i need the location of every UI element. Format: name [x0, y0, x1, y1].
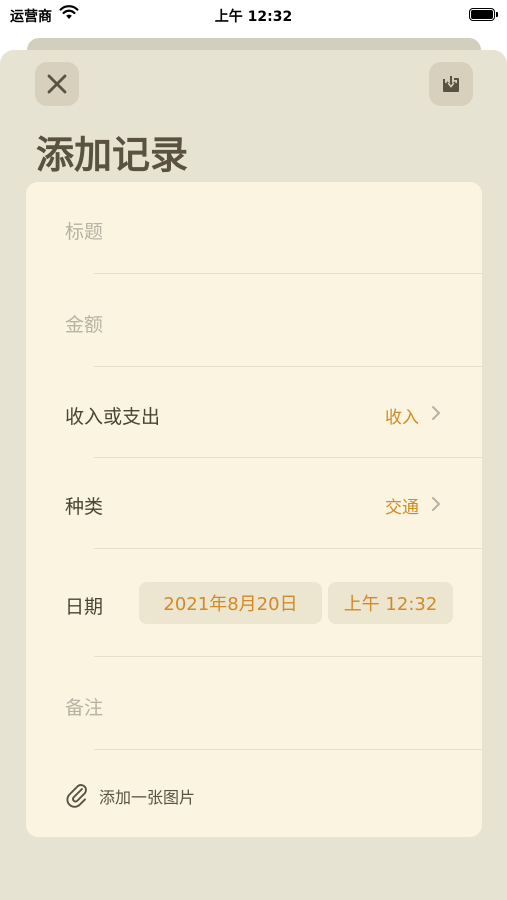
add-image-button[interactable]: 添加一张图片	[99, 784, 195, 808]
date-value: 2021年8月20日	[163, 594, 298, 615]
title-field[interactable]: 标题	[65, 217, 103, 244]
save-download-icon	[443, 76, 459, 92]
divider	[94, 457, 482, 458]
date-label: 日期	[65, 596, 104, 618]
time-value: 上午 12:32	[343, 594, 438, 615]
status-bar: 运营商 上午 12:32	[0, 0, 507, 32]
chevron-right-icon	[432, 497, 440, 511]
save-button[interactable]	[429, 62, 473, 106]
battery-icon	[469, 8, 498, 21]
time-picker[interactable]: 上午 12:32	[328, 582, 453, 624]
date-picker[interactable]: 2021年8月20日	[139, 582, 322, 624]
divider	[94, 273, 482, 274]
note-field[interactable]: 备注	[65, 693, 103, 720]
divider	[94, 366, 482, 367]
income-expense-value[interactable]: 收入	[385, 403, 419, 428]
category-label: 种类	[65, 496, 104, 518]
divider	[94, 656, 482, 657]
page-title: 添加记录	[36, 133, 189, 177]
income-expense-label: 收入或支出	[65, 406, 161, 428]
category-value[interactable]: 交通	[385, 493, 419, 518]
amount-field[interactable]: 金额	[65, 310, 103, 337]
status-time: 上午 12:32	[214, 9, 293, 25]
divider	[94, 548, 482, 549]
paperclip-icon	[66, 784, 87, 808]
chevron-right-icon	[432, 406, 440, 420]
divider	[94, 749, 482, 750]
close-icon	[47, 74, 67, 94]
close-button[interactable]	[35, 62, 79, 106]
